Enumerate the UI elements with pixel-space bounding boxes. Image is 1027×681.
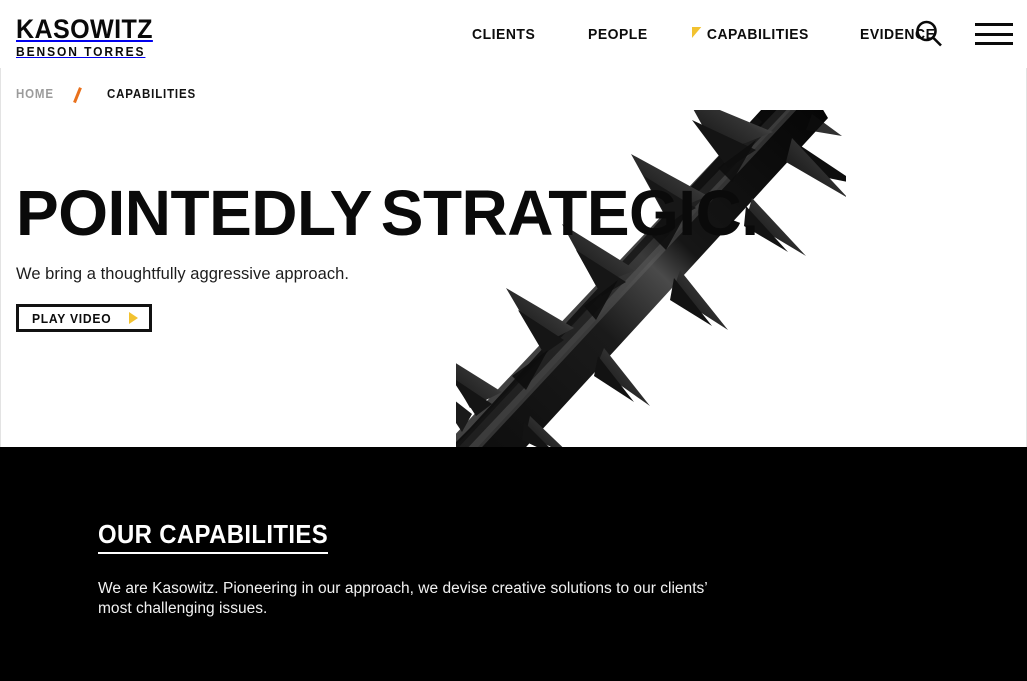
breadcrumb-item-current: CAPABILITIES [107,87,197,101]
search-icon[interactable] [913,18,945,50]
section-body-text: We are Kasowitz. Pioneering in our appro… [98,580,708,617]
nav-label-people: PEOPLE [588,25,648,43]
site-logo[interactable]: KASOWITZ BENSON TORRES [16,14,168,60]
site-header: KASOWITZ BENSON TORRES CLIENTS PEOPLE CA… [0,0,1027,68]
hero-title-line-1: POINTEDLY [16,177,372,249]
play-video-button[interactable]: PLAY VIDEO [16,304,153,332]
hero-title-line-2: STRATEGIC. [380,177,759,249]
nav-item-capabilities[interactable]: CAPABILITIES [692,26,809,43]
hamburger-bars [975,23,1013,45]
hamburger-bar-2 [975,32,1013,36]
play-video-label: PLAY VIDEO [32,310,112,326]
nav-item-clients[interactable]: CLIENTS [472,26,535,43]
logo-secondary-text: BENSON TORRES [16,45,146,59]
play-triangle-icon [129,312,139,324]
hero-subtitle: We bring a thoughtfully aggressive appro… [16,265,350,283]
hamburger-bar-3 [975,42,1013,45]
active-flag-icon [692,26,702,40]
breadcrumb: HOME CAPABILITIES [16,86,204,103]
primary-navigation: CLIENTS PEOPLE CAPABILITIES EVIDENCE [472,0,941,68]
hero-section: HOME CAPABILITIES POINTEDLY STRATEGIC. W… [0,68,1027,447]
hero-copy: POINTEDLY STRATEGIC. We bring a thoughtf… [16,181,759,332]
hamburger-bar-1 [975,23,1013,26]
breadcrumb-item-home[interactable]: HOME [16,87,54,101]
logo-primary-text: KASOWITZ [16,14,153,44]
page-title: POINTEDLY STRATEGIC. [16,181,759,245]
section-heading-our-capabilities: OUR CAPABILITIES [98,519,329,554]
nav-item-people[interactable]: PEOPLE [588,26,648,43]
breadcrumb-separator-icon [57,86,107,103]
nav-label-clients: CLIENTS [472,25,536,43]
nav-label-capabilities: CAPABILITIES [707,25,810,43]
hamburger-menu-icon[interactable] [975,23,1013,45]
our-capabilities-content: OUR CAPABILITIES We are Kasowitz. Pionee… [98,519,798,618]
header-icon-group [913,0,1013,68]
our-capabilities-section: OUR CAPABILITIES We are Kasowitz. Pionee… [0,447,1027,681]
